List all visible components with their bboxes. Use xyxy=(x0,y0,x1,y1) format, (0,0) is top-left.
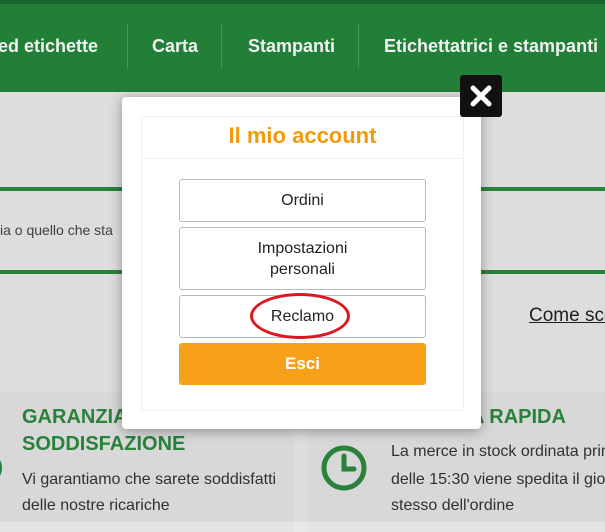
modal-content: Il mio account Ordini Impostazioni perso… xyxy=(141,116,464,411)
modal-divider xyxy=(142,158,463,159)
account-modal: Il mio account Ordini Impostazioni perso… xyxy=(122,97,481,429)
logout-button[interactable]: Esci xyxy=(179,343,426,385)
close-button[interactable] xyxy=(460,75,502,117)
modal-title: Il mio account xyxy=(228,123,377,148)
orders-button[interactable]: Ordini xyxy=(179,179,426,222)
personal-settings-button[interactable]: Impostazioni personali xyxy=(179,227,426,290)
close-icon xyxy=(470,85,492,107)
settings-label-line2: personali xyxy=(270,260,335,278)
settings-label-line1: Impostazioni xyxy=(257,239,348,257)
complaint-button[interactable]: Reclamo xyxy=(179,295,426,338)
